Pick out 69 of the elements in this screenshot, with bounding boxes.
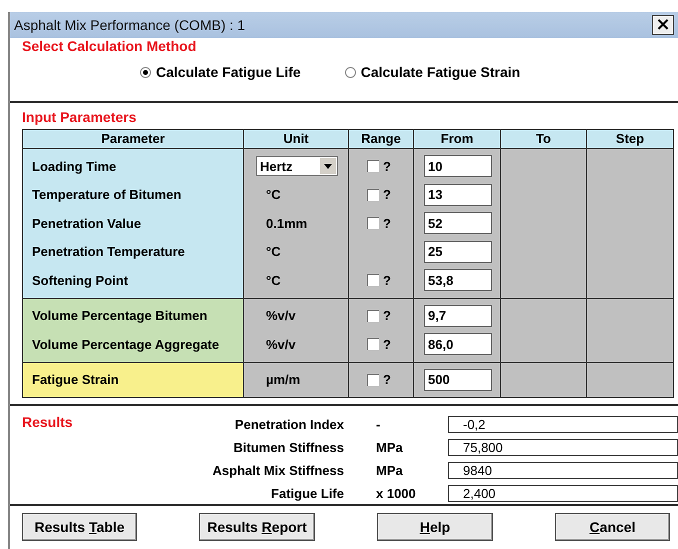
result-value: 75,800 [448,438,678,456]
result-unit: MPa [375,463,404,478]
range-checkbox[interactable] [367,274,379,286]
unit-label: °C [265,187,281,202]
from-field[interactable]: 500 [424,368,492,391]
parameter-label: Fatigue Strain [32,372,119,388]
range-checkbox[interactable] [367,310,379,322]
column-header: Step [614,130,646,148]
from-field[interactable]: 13 [424,184,492,206]
range-checkbox[interactable] [367,374,379,386]
range-label: ? [383,336,391,352]
from-field[interactable]: 10 [424,155,492,178]
parameter-label: Volume Percentage Bitumen [32,308,208,324]
from-field[interactable]: 86,0 [424,333,492,356]
result-label: Bitumen Stiffness [232,440,344,455]
window-title: Asphalt Mix Performance (COMB) : 1 [14,17,246,33]
unit-label: %v/v [265,308,296,324]
parameter-label: Volume Percentage Aggregate [32,336,220,352]
result-label: Penetration Index [234,416,344,432]
unit-label: °C [265,272,281,288]
column-header: Range [349,130,414,148]
range-checkbox[interactable] [367,217,379,230]
radio-label[interactable]: Calculate Fatigue Strain [360,64,520,80]
column-header: From [414,130,501,148]
dialog-button[interactable]: Help [377,513,493,541]
radio-button[interactable] [140,66,151,78]
unit-label: 0.1mm [265,216,308,231]
from-field[interactable]: 9,7 [424,304,492,327]
from-field[interactable]: 53,8 [424,269,492,292]
parameter-label: Softening Point [32,272,128,288]
result-value: -0,2 [448,416,678,433]
radio-label[interactable]: Calculate Fatigue Life [156,64,301,80]
unit-dropdown[interactable]: Hertz [256,156,338,176]
column-header: Unit [244,130,349,148]
range-label: ? [383,187,391,202]
range-checkbox[interactable] [367,160,379,172]
column-header: To [501,130,587,148]
column-header: Parameter [23,130,244,148]
from-field[interactable]: 25 [424,240,492,263]
parameter-label: Penetration Temperature [32,244,185,260]
range-checkbox[interactable] [367,338,379,350]
unit-label: °C [265,244,281,260]
result-unit: - [375,416,382,432]
range-label: ? [383,216,391,231]
radio-button[interactable] [344,66,356,78]
close-button[interactable]: × [652,15,674,35]
dialog-button[interactable]: Results Table [22,513,137,541]
result-unit: MPa [375,440,404,455]
dialog-button[interactable]: Results Report [199,513,315,541]
range-checkbox[interactable] [367,188,379,201]
unit-label: %v/v [265,336,296,352]
from-field[interactable]: 52 [424,212,492,234]
parameter-label: Loading Time [32,158,116,174]
result-label: Asphalt Mix Stiffness [212,463,344,478]
parameter-label: Penetration Value [32,216,142,231]
parameter-label: Temperature of Bitumen [32,187,182,202]
range-label: ? [383,308,391,324]
result-value: 9840 [448,462,678,480]
result-unit: x 1000 [375,486,417,502]
section-heading: Results [22,414,74,432]
dialog-button[interactable]: Cancel [555,513,670,541]
range-label: ? [383,158,391,174]
range-label: ? [383,372,391,388]
range-label: ? [383,272,391,288]
section-heading: Input Parameters [22,109,138,125]
result-value: 2,400 [448,485,678,502]
section-heading: Select Calculation Method [22,38,198,54]
unit-label: µm/m [265,372,300,388]
result-label: Fatigue Life [270,486,344,502]
